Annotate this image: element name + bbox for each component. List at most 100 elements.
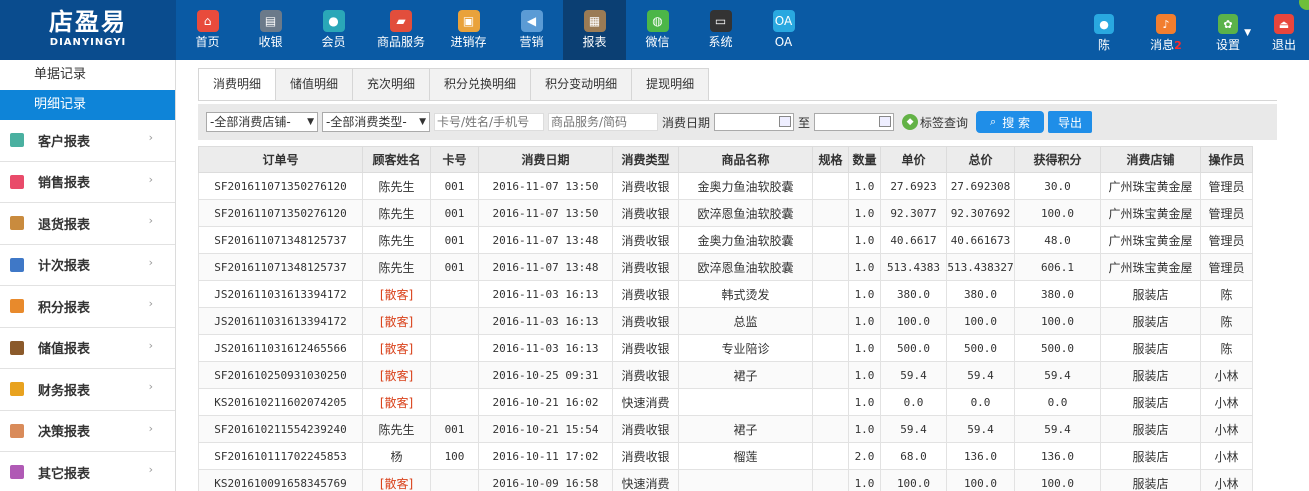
table-row[interactable]: SF201611071348125737 陈先生 001 2016-11-07 13:… [198, 226, 1253, 254]
table-cell: 59.4 [946, 361, 1015, 389]
table-row[interactable]: SF201610250931030250 [散客] 2016-10-25 09:31… [198, 361, 1253, 389]
stored-value-report-icon [10, 340, 24, 355]
table-cell: 服装店 [1100, 361, 1201, 389]
column-header[interactable]: 顾客姓名 [362, 146, 431, 173]
table-row[interactable]: KS201610211602074205 [散客] 2016-10-21 16:02… [198, 388, 1253, 416]
goods-search-input[interactable] [548, 113, 658, 131]
nav-item-6[interactable]: ▦ 报表 [563, 0, 626, 60]
sidebar-item-2[interactable]: 退货报表 › [0, 203, 175, 245]
table-cell: 92.307692 [946, 199, 1015, 227]
column-header[interactable]: 商品名称 [678, 146, 813, 173]
sidebar-item-4[interactable]: 积分报表 › [0, 286, 175, 328]
table-cell: 100.0 [880, 469, 947, 491]
column-header[interactable]: 消费店铺 [1100, 146, 1201, 173]
table-row[interactable]: JS201611031612465566 [散客] 2016-11-03 16:13… [198, 334, 1253, 362]
table-cell: 27.692308 [946, 172, 1015, 200]
nav-item-9[interactable]: OA OA [752, 0, 815, 60]
user-menu[interactable]: ● 陈 [1073, 0, 1135, 60]
sidebar-item-label: 财务报表 [38, 383, 91, 399]
table-cell [812, 442, 849, 470]
detail-tabs: 消费明细 储值明细 充次明细 积分兑换明细 积分变动明细 提现明细 [198, 68, 710, 101]
sidebar-sub-item-details[interactable]: 明细记录 [0, 90, 175, 120]
nav-item-7[interactable]: ◍ 微信 [626, 0, 689, 60]
settings-button[interactable]: ✿ 设置 ▼ [1197, 0, 1259, 60]
member-icon: ● [322, 10, 345, 32]
column-header[interactable]: 总价 [946, 146, 1015, 173]
tab-0[interactable]: 消费明细 [198, 68, 277, 101]
table-cell: 2016-11-07 13:50 [478, 172, 613, 200]
table-row[interactable]: SF201611071350276120 陈先生 001 2016-11-07 13:… [198, 199, 1253, 227]
calendar-icon[interactable] [879, 116, 892, 127]
logo-en: DIANYINGYI [49, 37, 127, 48]
table-cell: 1.0 [848, 280, 881, 308]
nav-item-2[interactable]: ● 会员 [302, 0, 365, 60]
column-header[interactable]: 消费类型 [612, 146, 679, 173]
tab-5[interactable]: 提现明细 [631, 68, 710, 100]
sidebar-item-6[interactable]: 财务报表 › [0, 369, 175, 411]
column-header[interactable]: 卡号 [430, 146, 479, 173]
table-row[interactable]: JS201611031613394172 [散客] 2016-11-03 16:13… [198, 280, 1253, 308]
table-cell: 606.1 [1014, 253, 1101, 281]
sidebar-item-8[interactable]: 其它报表 › [0, 452, 175, 491]
card-search-input[interactable] [434, 113, 544, 131]
nav-item-1[interactable]: ▤ 收银 [239, 0, 302, 60]
column-header[interactable]: 操作员 [1200, 146, 1253, 173]
end-date-input[interactable] [814, 113, 895, 131]
nav-item-4[interactable]: ▣ 进销存 [437, 0, 500, 60]
nav-item-3[interactable]: ▰ 商品服务 [365, 0, 437, 60]
table-cell: 消费收银 [612, 172, 679, 200]
table-row[interactable]: SF201611071348125737 陈先生 001 2016-11-07 13:… [198, 253, 1253, 281]
table-row[interactable]: SF201610211554239240 陈先生 001 2016-10-21 15:… [198, 415, 1253, 443]
tag-query-button[interactable]: ◆ 标签查询 [902, 114, 968, 131]
store-select[interactable]: -全部消费店铺- ▼ [206, 112, 318, 132]
column-header[interactable]: 单价 [880, 146, 947, 173]
sidebar-item-5[interactable]: 储值报表 › [0, 328, 175, 369]
column-header[interactable]: 获得积分 [1014, 146, 1101, 173]
tab-3[interactable]: 积分兑换明细 [429, 68, 532, 100]
app-logo[interactable]: 店盈易 DIANYINGYI [0, 0, 176, 60]
sidebar: 单据记录 明细记录 客户报表 › 销售报表 › 退货报表 › 计次报表 › 积分报表 › 储值报表 ›… [0, 60, 176, 491]
table-cell: 管理员 [1200, 253, 1253, 281]
nav-item-0[interactable]: ⌂ 首页 [176, 0, 239, 60]
nav-label: 微信 [645, 35, 670, 49]
sidebar-item-0[interactable]: 客户报表 › [0, 120, 175, 162]
table-cell: 金奥力鱼油软胶囊 [678, 172, 813, 200]
tag-icon: ◆ [902, 114, 919, 130]
calendar-icon[interactable] [779, 116, 792, 127]
nav-item-8[interactable]: ▭ 系统 [689, 0, 752, 60]
nav-item-5[interactable]: ◀ 营销 [500, 0, 563, 60]
sidebar-item-3[interactable]: 计次报表 › [0, 245, 175, 286]
table-cell: 裙子 [678, 415, 813, 443]
nav-label: 营销 [519, 35, 544, 49]
start-date-input[interactable] [714, 113, 795, 131]
tab-2[interactable]: 充次明细 [352, 68, 431, 100]
column-header[interactable]: 数量 [848, 146, 881, 173]
table-row[interactable]: SF201610111702245853 杨 100 2016-10-11 17:02… [198, 442, 1253, 470]
logout-button[interactable]: ⏏ 退出 [1259, 0, 1309, 60]
table-cell [812, 334, 849, 362]
messages-button[interactable]: ♪ 消息2 [1135, 0, 1197, 60]
table-row[interactable]: JS201611031613394172 [散客] 2016-11-03 16:13… [198, 307, 1253, 335]
chevron-right-icon: › [148, 297, 153, 310]
column-header[interactable]: 消费日期 [478, 146, 613, 173]
sidebar-item-7[interactable]: 决策报表 › [0, 411, 175, 452]
table-cell: 136.0 [946, 442, 1015, 470]
export-button[interactable]: 导出 [1048, 111, 1093, 133]
tab-1[interactable]: 储值明细 [275, 68, 354, 100]
search-button[interactable]: ⌕ 搜 索 [976, 111, 1045, 133]
table-cell: 001 [430, 253, 479, 281]
column-header[interactable]: 规格 [812, 146, 849, 173]
table-row[interactable]: SF201611071350276120 陈先生 001 2016-11-07 13:… [198, 172, 1253, 200]
report-icon: ▦ [583, 10, 606, 32]
table-cell: 小林 [1200, 415, 1253, 443]
table-cell [678, 469, 813, 491]
column-header[interactable]: 订单号 [198, 146, 363, 173]
table-cell: 2016-10-11 17:02 [478, 442, 613, 470]
table-row[interactable]: KS201610091658345769 [散客] 2016-10-09 16:58… [198, 469, 1253, 491]
tab-4[interactable]: 积分变动明细 [530, 68, 633, 100]
sidebar-sub-item-receipts[interactable]: 单据记录 [0, 60, 175, 90]
sidebar-item-1[interactable]: 销售报表 › [0, 162, 175, 203]
type-select[interactable]: -全部消费类型- ▼ [322, 112, 430, 132]
table-cell: 快速消费 [612, 469, 679, 491]
table-cell: 59.4 [1014, 361, 1101, 389]
